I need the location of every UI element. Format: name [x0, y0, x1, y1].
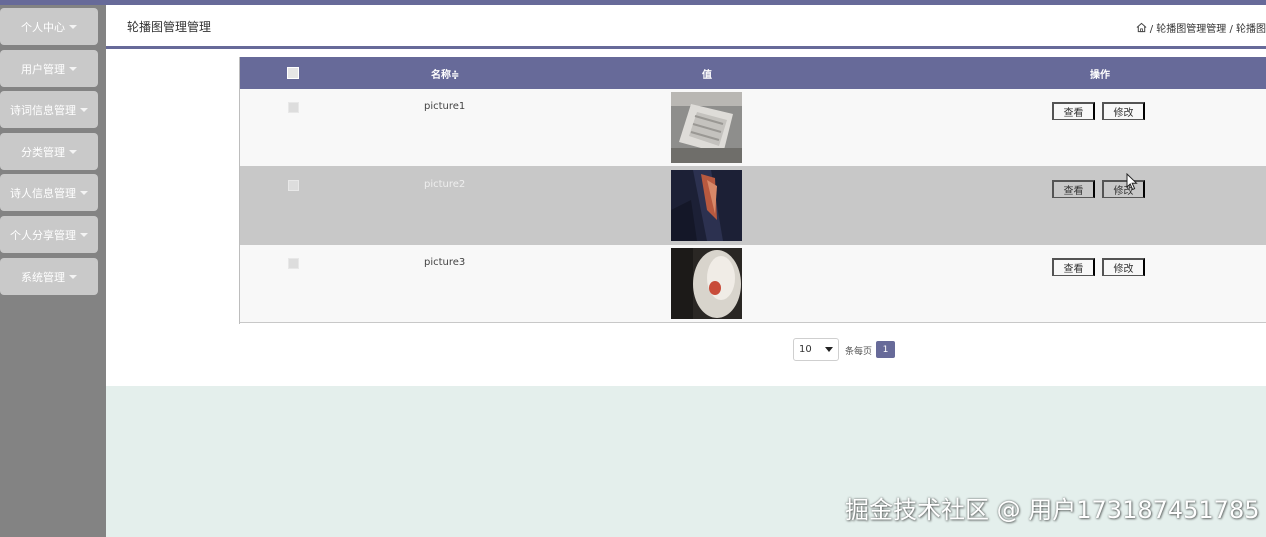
row-name: picture2: [424, 179, 466, 190]
edit-button[interactable]: 修改: [1102, 102, 1145, 120]
row-checkbox[interactable]: [288, 180, 299, 191]
thumbnail-image: [671, 170, 742, 241]
sidebar-item-user-management[interactable]: 用户管理: [0, 50, 98, 87]
page-button-current[interactable]: 1: [876, 341, 895, 358]
sidebar-item-poet-management[interactable]: 诗人信息管理: [0, 174, 98, 211]
sidebar-item-personal-center[interactable]: 个人中心: [0, 8, 98, 45]
select-all-checkbox[interactable]: [287, 67, 299, 79]
caret-down-icon: [80, 232, 88, 237]
sidebar-item-label: 诗词信息管理: [10, 103, 76, 117]
thumbnail-image: [671, 92, 742, 163]
data-table: 名称≑ 值 操作 picture1 查看 修改 picture2 查看 修改 p…: [239, 57, 1266, 324]
caret-down-icon: [69, 66, 77, 71]
table-row[interactable]: picture1 查看 修改: [240, 89, 1266, 167]
caret-down-icon: [69, 149, 77, 154]
view-button[interactable]: 查看: [1052, 258, 1095, 276]
sidebar-item-label: 诗人信息管理: [10, 186, 76, 200]
table-row[interactable]: picture2 查看 修改: [240, 167, 1266, 245]
chevron-down-icon: [825, 347, 833, 352]
per-page-label: 条每页: [845, 347, 873, 357]
page-title: 轮播图管理管理: [127, 20, 212, 34]
page-size-value: 10: [799, 344, 812, 355]
view-button[interactable]: 查看: [1052, 102, 1095, 120]
home-icon[interactable]: [1136, 22, 1147, 33]
column-header-name[interactable]: 名称≑: [431, 66, 459, 81]
row-checkbox[interactable]: [288, 102, 299, 113]
sidebar-item-category-management[interactable]: 分类管理: [0, 133, 98, 170]
page-header: 轮播图管理管理 / 轮播图管理管理 / 轮播图: [106, 5, 1266, 46]
sidebar-item-poem-management[interactable]: 诗词信息管理: [0, 91, 98, 128]
sidebar-item-system-management[interactable]: 系统管理: [0, 258, 98, 295]
column-header-value: 值: [702, 70, 712, 81]
sidebar-item-label: 个人分享管理: [10, 228, 76, 242]
sidebar-item-share-management[interactable]: 个人分享管理: [0, 216, 98, 253]
caret-down-icon: [80, 190, 88, 195]
sidebar-item-label: 系统管理: [21, 270, 65, 284]
sidebar-item-label: 个人中心: [21, 20, 65, 34]
sidebar-item-label: 分类管理: [21, 145, 65, 159]
breadcrumb-text: / 轮播图管理管理 / 轮播图: [1149, 24, 1266, 35]
sidebar-item-label: 用户管理: [21, 62, 65, 76]
row-name: picture1: [424, 101, 466, 112]
table-row[interactable]: picture3 查看 修改: [240, 245, 1266, 323]
table-header: 名称≑ 值 操作: [240, 57, 1266, 89]
edit-button[interactable]: 修改: [1102, 258, 1145, 276]
row-name: picture3: [424, 257, 466, 268]
column-header-actions: 操作: [1090, 70, 1110, 81]
sidebar: 个人中心 用户管理 诗词信息管理 分类管理 诗人信息管理 个人分享管理 系统管理: [0, 5, 106, 537]
breadcrumb: / 轮播图管理管理 / 轮播图: [1136, 20, 1266, 35]
caret-down-icon: [80, 107, 88, 112]
edit-button[interactable]: 修改: [1102, 180, 1145, 198]
row-checkbox[interactable]: [288, 258, 299, 269]
thumbnail-image: [671, 248, 742, 319]
watermark-text: 掘金技术社区 @ 用户173187451785: [845, 496, 1260, 524]
mouse-cursor-icon: [1126, 173, 1138, 191]
view-button[interactable]: 查看: [1052, 180, 1095, 198]
caret-down-icon: [69, 24, 77, 29]
page-size-select[interactable]: 10: [793, 338, 839, 361]
caret-down-icon: [69, 274, 77, 279]
